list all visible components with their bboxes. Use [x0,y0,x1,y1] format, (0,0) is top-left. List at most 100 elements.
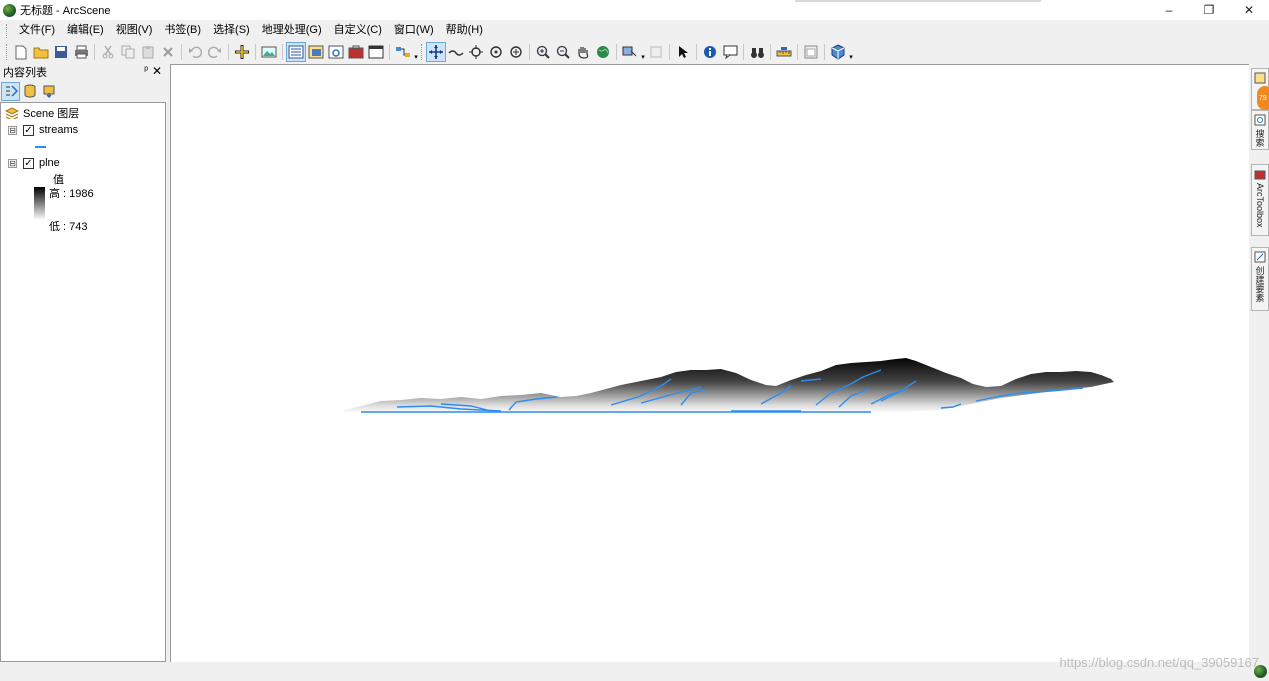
undo-icon[interactable] [186,43,204,61]
menu-customize[interactable]: 自定义(C) [328,20,388,41]
list-by-drawing-order-icon[interactable] [1,81,20,101]
menu-view[interactable]: 视图(V) [110,20,159,41]
legend-high-label: 高 : 1986 [49,188,94,200]
arctoolbox-icon [1254,170,1266,180]
restore-button[interactable]: ❐ [1189,0,1229,20]
catalog-window-icon[interactable] [307,43,325,61]
create-features-icon [1254,251,1266,263]
dock-tab-label: ArcToolbox [1255,183,1265,228]
set-observer-icon[interactable] [507,43,525,61]
minimize-button[interactable]: – [1149,0,1189,20]
select-features-dropdown-icon[interactable]: ▾ [640,43,646,61]
scene-view[interactable] [170,64,1249,662]
measure-icon[interactable] [775,43,793,61]
toolbar-grip-2[interactable] [421,44,424,60]
full-extent-globe-icon[interactable] [594,43,612,61]
copy-icon[interactable] [119,43,137,61]
close-window-button[interactable]: ✕ [1229,0,1269,20]
menu-edit[interactable]: 编辑(E) [61,20,110,41]
status-globe-icon [1254,665,1267,678]
dock-tab-create-features[interactable]: 创建要素 [1251,247,1269,311]
menu-selection[interactable]: 选择(S) [207,20,256,41]
menu-file[interactable]: 文件(F) [13,20,61,41]
3d-effects-icon[interactable] [829,43,847,61]
layers-stack-icon [5,107,19,119]
navigate-tool-icon[interactable] [426,42,446,62]
dock-tab-catalog[interactable]: 79 [1251,68,1269,110]
layer-name[interactable]: plne [39,157,60,169]
open-folder-icon[interactable] [32,43,50,61]
find-binoculars-icon[interactable] [748,43,766,61]
toc-root-row[interactable]: Scene 图层 [5,106,79,120]
menu-bookmarks[interactable]: 书签(B) [158,20,207,41]
toc-layer-row-plne[interactable]: ⊟ ✓ plne [8,156,60,170]
title-bar-decor [795,0,1041,2]
list-by-visibility-icon[interactable] [40,83,57,100]
list-by-source-icon[interactable] [21,83,38,100]
pan-hand-icon[interactable] [574,43,592,61]
legend-low-label: 低 : 743 [49,221,88,233]
paste-icon[interactable] [139,43,157,61]
zoom-out-icon[interactable] [554,43,572,61]
add-data-icon[interactable] [233,43,251,61]
watermark-text: https://blog.csdn.net/qq_39059167 [1059,655,1260,670]
pin-icon[interactable]: ᵖ [144,65,148,76]
layer-visibility-checkbox[interactable]: ✓ [23,157,34,169]
toolbar-grip[interactable] [6,44,9,60]
new-document-icon[interactable] [12,43,30,61]
terrain-scene[interactable] [171,65,1249,662]
window-title: 无标题 - ArcScene [20,5,111,17]
delete-icon[interactable] [159,43,177,61]
catalog-icon [1254,72,1266,84]
dock-tab-label: 创建要素 [1254,266,1265,302]
zoom-in-icon[interactable] [534,43,552,61]
modelbuilder-icon[interactable] [394,43,412,61]
arcscene-app-icon [3,3,16,17]
viewer-window-icon[interactable] [802,43,820,61]
save-icon[interactable] [52,43,70,61]
close-panel-icon[interactable]: ✕ [152,64,162,78]
table-of-contents: Scene 图层 ⊟ ✓ streams ⊟ ✓ plne 值 高 : 1986… [0,102,166,662]
stream-line-symbol[interactable] [35,146,46,148]
title-bar: 无标题 - ArcScene – ❐ ✕ [0,0,1269,20]
toc-layer-row-streams[interactable]: ⊟ ✓ streams [8,123,78,137]
print-icon[interactable] [72,43,90,61]
menu-help[interactable]: 帮助(H) [440,20,489,41]
menu-windows[interactable]: 窗口(W) [388,20,440,41]
main-toolbar: ▾ ▾ ▾ [0,41,1269,63]
right-dock: 79 搜索 ArcToolbox 创建要素 [1251,64,1269,662]
legend-title: 值 [53,174,64,186]
menu-grip[interactable] [6,23,9,38]
select-elements-arrow-icon[interactable] [674,43,692,61]
dock-tab-arctoolbox[interactable]: ArcToolbox [1251,164,1269,236]
layer-visibility-checkbox[interactable]: ✓ [23,124,34,136]
scene-properties-icon[interactable] [260,43,278,61]
clear-selection-icon[interactable] [647,43,665,61]
search-window-icon [1254,114,1266,126]
modelbuilder-dropdown-icon[interactable]: ▾ [413,43,419,61]
identify-icon[interactable] [701,43,719,61]
menu-geoprocessing[interactable]: 地理处理(G) [256,20,328,41]
arctoolbox-window-icon[interactable] [347,43,365,61]
target-center-icon[interactable] [467,43,485,61]
html-popup-icon[interactable] [721,43,739,61]
toc-panel-header: 内容列表 ᵖ ✕ [0,64,166,80]
zoom-to-target-icon[interactable] [487,43,505,61]
redo-icon[interactable] [206,43,224,61]
table-of-contents-icon[interactable] [286,42,306,62]
collapse-icon[interactable]: ⊟ [8,125,17,135]
3d-effects-dropdown-icon[interactable]: ▾ [848,43,854,61]
python-window-icon[interactable] [367,43,385,61]
fly-tool-icon[interactable] [447,43,465,61]
menu-bar: 文件(F) 编辑(E) 视图(V) 书签(B) 选择(S) 地理处理(G) 自定… [0,20,1269,41]
collapse-icon[interactable]: ⊟ [8,158,17,168]
toc-panel-title: 内容列表 [3,67,47,79]
select-features-icon[interactable] [621,43,639,61]
notification-badge[interactable]: 79 [1257,86,1269,110]
dock-tab-search[interactable]: 搜索 [1251,110,1269,150]
search-window-icon[interactable] [327,43,345,61]
elevation-ramp[interactable] [34,187,45,220]
cut-icon[interactable] [99,43,117,61]
dock-tab-label: 搜索 [1254,129,1265,147]
layer-name[interactable]: streams [39,124,78,136]
